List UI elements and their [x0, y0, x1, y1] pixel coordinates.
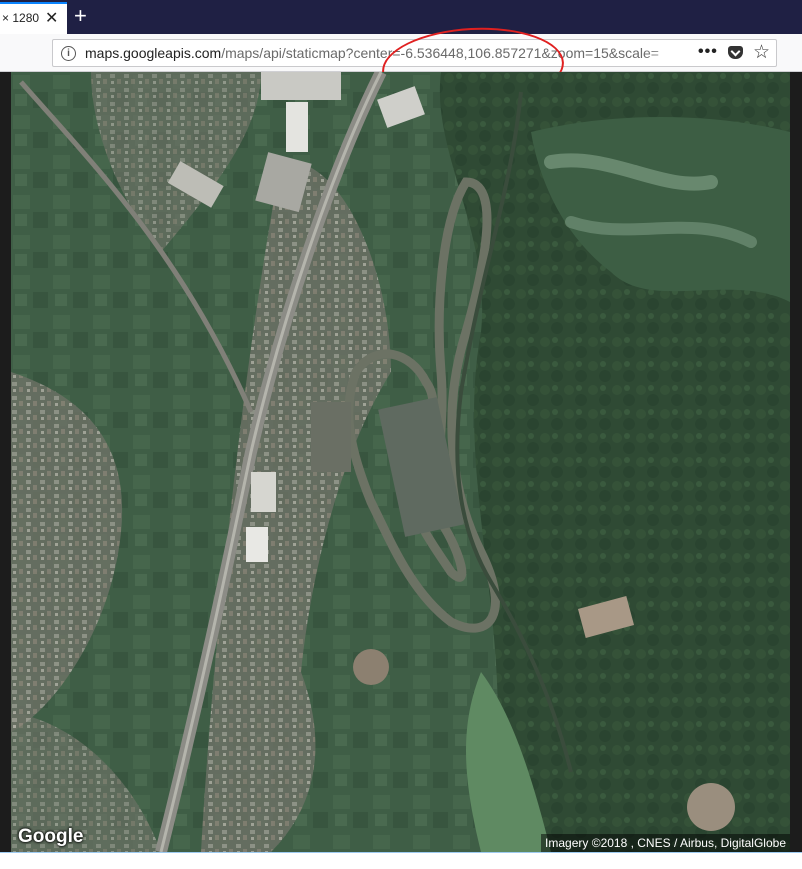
url-bar[interactable]: i maps.googleapis.com/maps/api/staticmap…	[52, 39, 777, 67]
url-text[interactable]: maps.googleapis.com/maps/api/staticmap?c…	[85, 45, 685, 61]
satellite-map-image[interactable]: Google Imagery ©2018 , CNES / Airbus, Di…	[11, 72, 790, 852]
satellite-imagery	[11, 72, 790, 852]
browser-window: × 1280 ✕ + i maps.googleapis.com/maps/ap…	[0, 0, 802, 869]
tab-active[interactable]: × 1280 ✕	[0, 2, 67, 34]
plus-icon[interactable]: +	[74, 3, 87, 29]
url-path: /maps/api/staticmap?center=-6.536448,106…	[221, 45, 659, 61]
info-icon[interactable]: i	[61, 46, 76, 61]
tab-title: × 1280	[2, 11, 40, 25]
map-attribution: Imagery ©2018 , CNES / Airbus, DigitalGl…	[541, 834, 790, 852]
navigation-bar: i maps.googleapis.com/maps/api/staticmap…	[0, 34, 802, 72]
pocket-icon[interactable]	[728, 46, 743, 59]
url-fade	[643, 41, 693, 65]
url-host: maps.googleapis.com	[85, 45, 222, 61]
google-logo[interactable]: Google	[18, 826, 83, 848]
page-content: Google Imagery ©2018 , CNES / Airbus, Di…	[0, 72, 802, 852]
close-icon[interactable]: ✕	[45, 8, 58, 28]
star-icon[interactable]: ☆	[753, 41, 770, 64]
more-icon[interactable]: •••	[698, 43, 718, 61]
tab-strip: × 1280 ✕ +	[0, 0, 802, 34]
status-bar	[0, 852, 802, 869]
